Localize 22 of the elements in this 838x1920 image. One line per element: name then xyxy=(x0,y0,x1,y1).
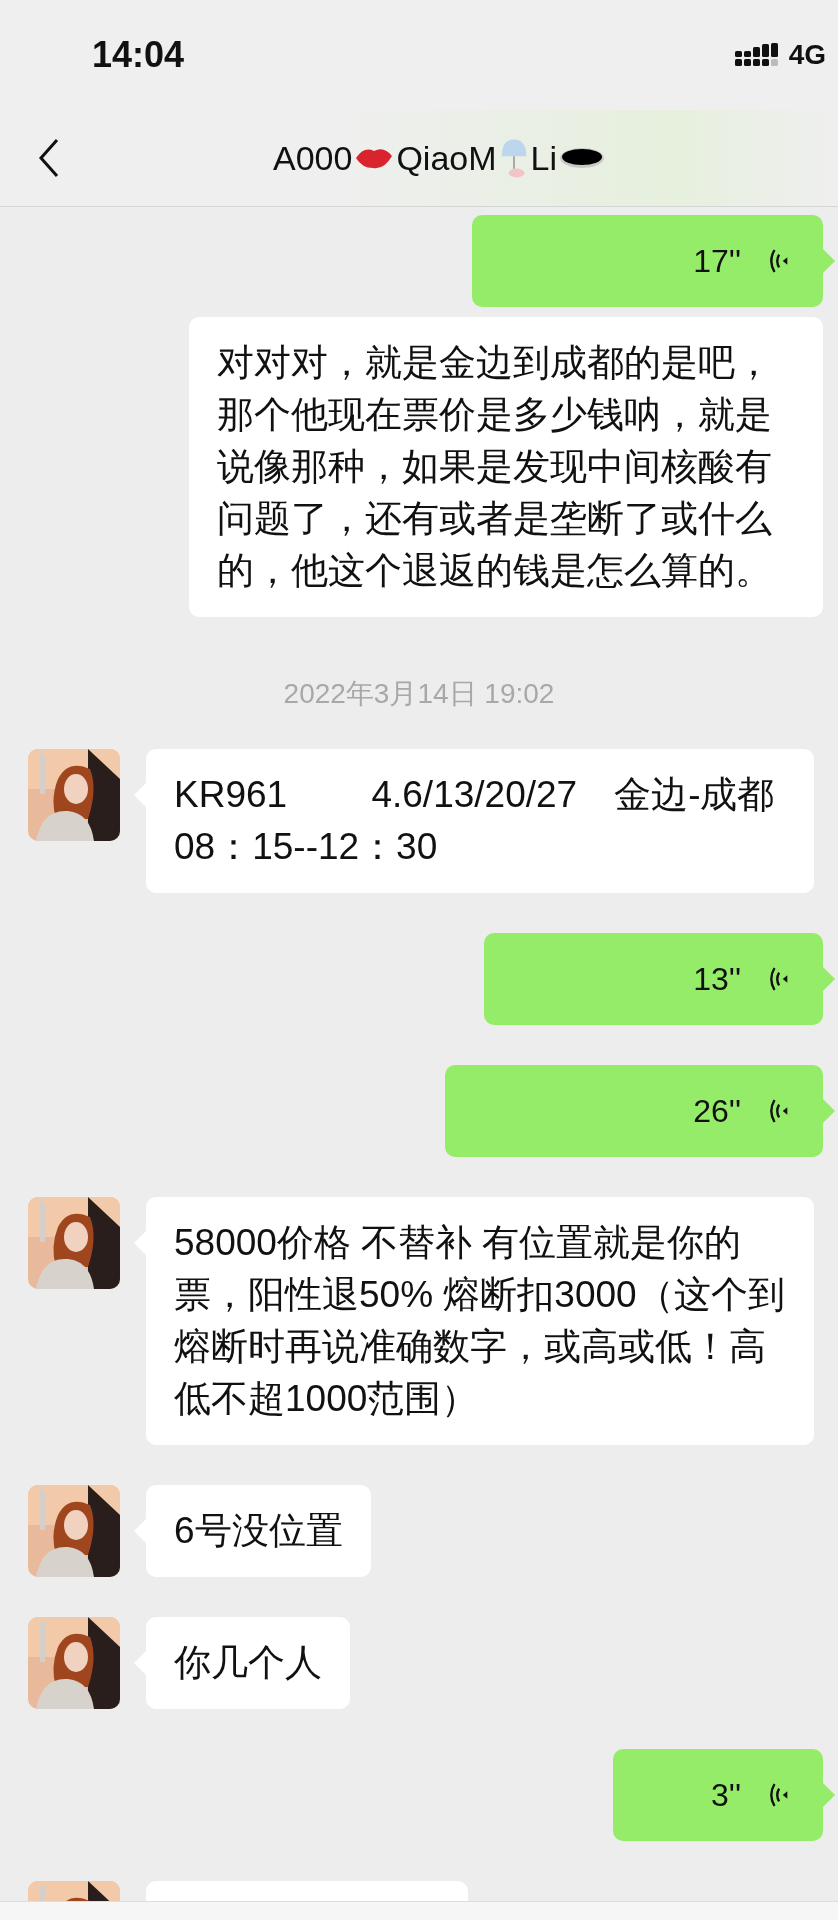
bubble-tail xyxy=(823,1099,835,1123)
hole-icon xyxy=(559,147,605,169)
back-icon[interactable] xyxy=(38,138,60,178)
message-text: KR961 4.6/13/20/27 金边-成都 08：15--12：30 xyxy=(174,774,776,867)
voice-message[interactable]: 17'' xyxy=(472,215,823,307)
message-text: 6号没位置 xyxy=(174,1510,343,1551)
chat-title: QiaoM xyxy=(396,138,497,178)
bubble-tail xyxy=(823,249,835,273)
signal-icon xyxy=(734,43,779,67)
chat-title: A000 xyxy=(273,138,353,178)
chat-title: Li xyxy=(530,138,557,178)
bubble-tail xyxy=(823,1783,835,1807)
message-text: 58000价格 不替补 有位置就是你的票，阳性退50% 熔断扣3000（这个到熔断时再说准确数字，或高或低！高低不超1000范围） xyxy=(174,1222,785,1419)
message-text: 对对对，就是金边到成都的是吧，那个他现在票价是多少钱呐，就是说像那种，如果是发现中间核酸有问题了，还有或者是垄断了或什么的，他这个退返的钱是怎么算的。 xyxy=(217,342,772,591)
voice-message[interactable]: 26'' xyxy=(445,1065,823,1157)
voice-message[interactable]: 3'' xyxy=(613,1749,823,1841)
voice-message[interactable]: 13'' xyxy=(484,933,823,1025)
status-time: 14:04 xyxy=(92,34,185,76)
message-text: 你几个人 xyxy=(174,1642,322,1683)
timestamp: 2022年3月14日 19:02 xyxy=(283,677,555,711)
network-type: 4G xyxy=(788,39,826,71)
bubble-tail xyxy=(823,967,835,991)
